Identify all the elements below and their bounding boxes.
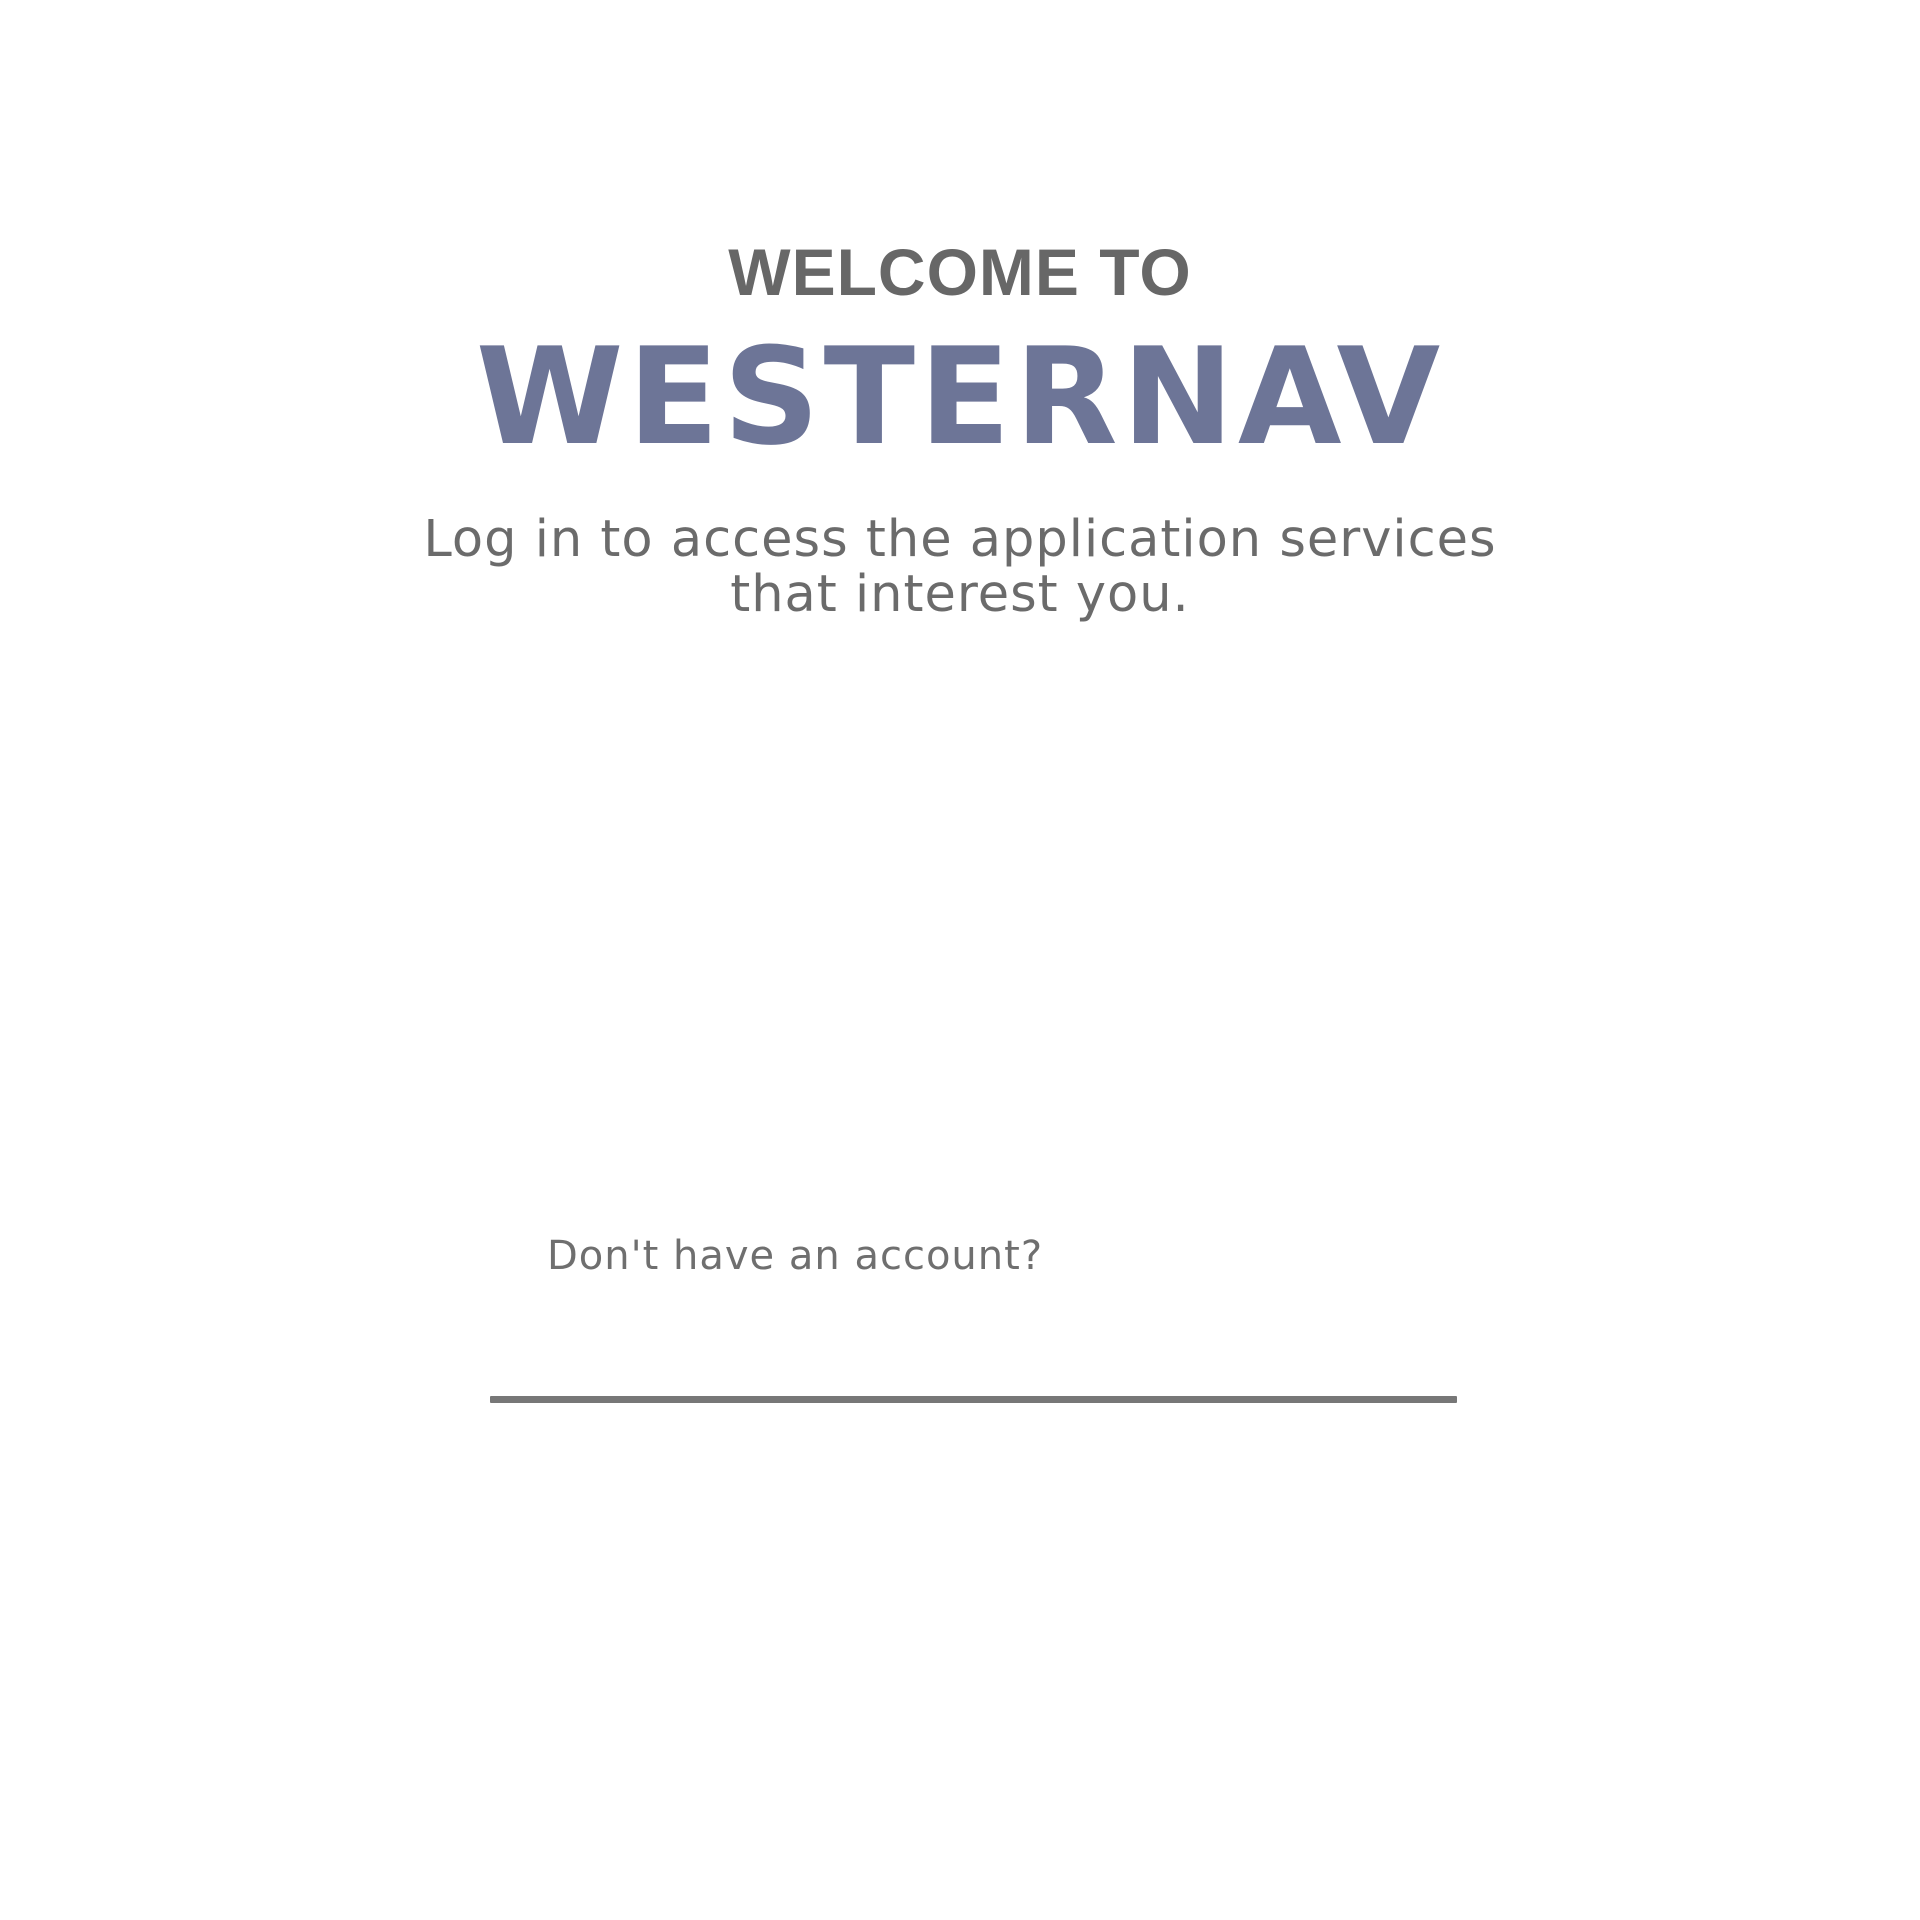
brand-logo-text: WESTERNAV — [475, 319, 1445, 475]
subtitle-line-1: Log in to access the application service… — [423, 510, 1497, 569]
divider-line — [490, 1396, 1457, 1403]
subtitle-line-2: that interest you. — [730, 565, 1190, 624]
login-subtitle: Log in to access the application service… — [360, 512, 1560, 622]
signup-prompt-text: Don't have an account? — [547, 1233, 1044, 1279]
signup-row: Don't have an account? — [547, 1226, 1043, 1286]
welcome-heading: WELCOME TO — [728, 235, 1192, 309]
